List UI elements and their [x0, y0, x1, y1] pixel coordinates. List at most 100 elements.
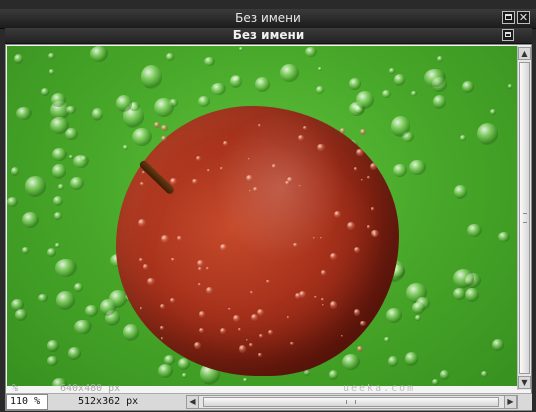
water-drop [46, 340, 59, 352]
water-drop [328, 370, 338, 380]
apple-drop [199, 327, 205, 333]
water-drop [48, 68, 55, 75]
apple-drop [248, 189, 251, 192]
zoom-field[interactable]: 110 % [6, 394, 48, 410]
apple-drop [330, 252, 338, 260]
scroll-right-icon[interactable]: ▶ [504, 395, 517, 409]
apple-drop [137, 218, 146, 227]
horizontal-scroll-thumb[interactable] [203, 397, 499, 407]
apple-drop [192, 178, 198, 185]
ghost-dimensions: 640x480 px [60, 384, 121, 393]
scroll-up-icon[interactable]: ▲ [518, 47, 531, 60]
apple-drop [359, 128, 366, 136]
water-drop [51, 148, 67, 161]
apple-drop [219, 243, 228, 252]
horizontal-scrollbar[interactable]: ◀ ▶ [186, 395, 518, 409]
water-drop [166, 53, 174, 61]
vertical-scroll-thumb[interactable] [519, 62, 530, 374]
window-title: Без имени [235, 11, 301, 25]
water-drop [356, 90, 374, 110]
apple-drop [339, 128, 346, 134]
water-drop [123, 324, 139, 342]
apple-drop [246, 175, 253, 182]
scroll-down-icon[interactable]: ▼ [518, 376, 531, 389]
water-drop [203, 56, 216, 67]
water-drop [452, 269, 474, 288]
water-drop [404, 352, 418, 366]
apple-drop [161, 124, 168, 132]
water-drop [481, 370, 489, 377]
close-icon[interactable]: ✕ [517, 11, 530, 24]
apple-drop [169, 297, 176, 304]
apple-drop [320, 236, 323, 240]
water-drop [489, 109, 496, 116]
water-drop [432, 94, 447, 110]
apple-drop [250, 291, 254, 295]
water-drop [14, 53, 24, 65]
water-drop [140, 65, 163, 89]
water-drop [74, 319, 92, 335]
water-drop [411, 301, 425, 314]
apple-drop [271, 164, 277, 169]
apple-drop [160, 337, 163, 340]
apple-drop [356, 346, 364, 353]
apple-drop [353, 309, 361, 317]
apple-drop [369, 162, 377, 170]
water-drop [466, 223, 482, 237]
apple-drop [161, 135, 167, 142]
image-canvas[interactable] [7, 46, 517, 386]
water-drop [154, 98, 174, 118]
apple-drop [257, 308, 265, 316]
document-title: Без имени [232, 28, 305, 42]
apple-drop [170, 178, 177, 185]
water-drop [53, 211, 63, 220]
apple-drop [220, 167, 224, 171]
apple-drop [238, 344, 247, 353]
apple-drop [371, 229, 379, 237]
water-drop [66, 106, 76, 114]
water-drop [386, 308, 402, 323]
water-drop [91, 108, 104, 121]
water-drop [498, 231, 511, 242]
apple-drop [232, 314, 241, 323]
scroll-left-icon[interactable]: ◀ [186, 395, 199, 409]
water-drop [317, 67, 323, 71]
water-drop [382, 90, 391, 98]
maximize-icon[interactable] [502, 29, 514, 41]
water-drop [440, 370, 450, 380]
apple-drop [142, 264, 149, 270]
water-drop [46, 248, 57, 258]
ghost-status-row: % 640x480 px ueeka.com [7, 384, 517, 393]
apple-drop [206, 169, 210, 173]
water-drop [461, 81, 474, 93]
vertical-scrollbar[interactable]: ▲ ▼ [517, 46, 531, 390]
apple-drop [286, 316, 290, 319]
water-drop [7, 196, 19, 207]
water-drop [52, 164, 66, 179]
water-drop [342, 353, 361, 370]
apple-drop [267, 330, 273, 336]
water-drop [238, 47, 243, 52]
grip-icon [523, 213, 527, 223]
apple-drop [228, 307, 231, 311]
water-drop [10, 166, 20, 177]
apple-drop [197, 283, 201, 287]
document-title-bar[interactable]: Без имени [5, 28, 532, 44]
water-drop [50, 93, 66, 108]
water-drop [53, 195, 64, 206]
water-drop [72, 154, 90, 169]
apple-drop [294, 292, 302, 300]
grip-icon [346, 400, 356, 404]
water-drop [55, 259, 77, 277]
water-drop [164, 355, 176, 365]
apple-drop [258, 123, 262, 127]
apple-drop [320, 270, 327, 276]
water-drop [424, 68, 446, 87]
maximize-icon[interactable] [502, 11, 515, 24]
window-title-bar[interactable]: Без имени ✕ [0, 9, 536, 29]
water-drop [279, 63, 299, 82]
apple-drop [195, 155, 202, 162]
water-drop [390, 115, 410, 137]
water-drop [464, 287, 480, 303]
water-drop [58, 184, 65, 190]
